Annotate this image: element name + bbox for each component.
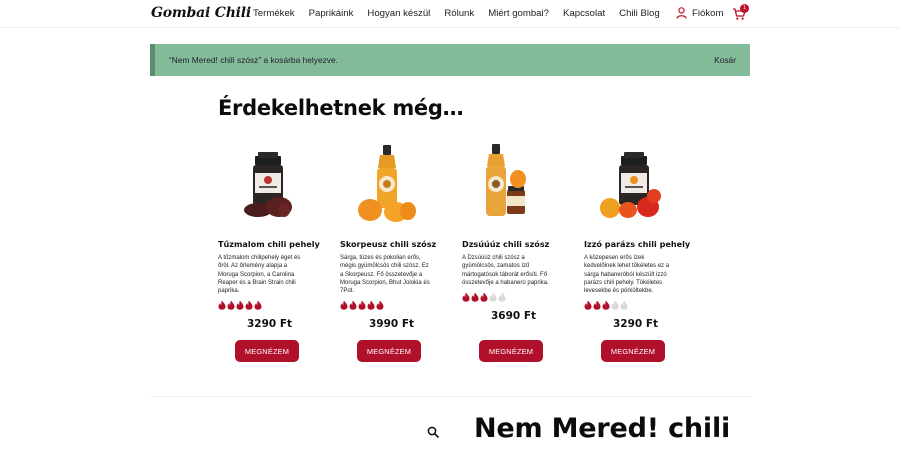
- view-product-button[interactable]: MEGNÉZEM: [479, 340, 543, 362]
- cart-link[interactable]: Kosár: [714, 55, 736, 65]
- flame-icon-filled: [584, 300, 592, 310]
- flame-icon-filled: [218, 300, 226, 310]
- flame-icon-empty: [611, 300, 619, 310]
- product-image[interactable]: [340, 140, 440, 228]
- account-link[interactable]: Fiókom: [676, 7, 723, 19]
- section-divider: [150, 396, 750, 397]
- product-price: 3290 Ft: [613, 318, 659, 330]
- flame-icon-filled: [593, 300, 601, 310]
- search-icon[interactable]: [427, 426, 439, 438]
- view-product-button[interactable]: MEGNÉZEM: [357, 340, 421, 362]
- product-description: Sárga, tüzes és pokolian erős, mégis gyü…: [340, 255, 430, 295]
- flame-icon-filled: [471, 292, 479, 302]
- flame-icon-filled: [254, 300, 262, 310]
- flame-icon-filled: [367, 300, 375, 310]
- site-header: Gombai Chili Termékek Paprikáink Hogyan …: [0, 0, 900, 28]
- cart-notice: “Nem Mered! chili szósz” a kosárba helye…: [150, 44, 750, 76]
- flame-icon-empty: [489, 292, 497, 302]
- flame-icon-filled: [358, 300, 366, 310]
- product-price: 3690 Ft: [491, 310, 537, 322]
- product-price: 3990 Ft: [369, 318, 415, 330]
- section-title: Érdekelhetnek még…: [218, 96, 464, 120]
- product-rating: [340, 300, 384, 310]
- site-logo[interactable]: Gombai Chili: [151, 5, 251, 21]
- product-title: Nem Mered! chili: [474, 413, 731, 444]
- product-description: A Dzsúúúz chili szósz a gyümölcsös, zama…: [462, 255, 549, 286]
- flame-icon-filled: [462, 292, 470, 302]
- product-image[interactable]: [584, 140, 684, 228]
- view-product-button[interactable]: MEGNÉZEM: [601, 340, 665, 362]
- product-rating: [584, 300, 628, 310]
- user-icon: [676, 7, 687, 19]
- product-price: 3290 Ft: [247, 318, 293, 330]
- main-nav: Termékek Paprikáink Hogyan készül Rólunk…: [253, 8, 674, 19]
- cart-notice-text: “Nem Mered! chili szósz” a kosárba helye…: [169, 55, 338, 65]
- flame-icon-filled: [602, 300, 610, 310]
- product-description: A tűzmalom chilipehely éget és őröl. Az …: [218, 255, 301, 295]
- cart-count-badge: 1: [740, 4, 749, 13]
- product-name[interactable]: Dzsúúúz chili szósz: [462, 239, 572, 249]
- nav-item-chili-blog[interactable]: Chili Blog: [619, 8, 660, 19]
- flame-icon-filled: [376, 300, 384, 310]
- product-name[interactable]: Skorpeusz chili szósz: [340, 239, 450, 249]
- nav-item-termekek[interactable]: Termékek: [253, 8, 295, 19]
- flame-icon-filled: [236, 300, 244, 310]
- product-description: A közepesen erős ízek kedvelőinek lehet …: [584, 255, 670, 295]
- product-name[interactable]: Izzó parázs chili pehely: [584, 239, 694, 249]
- view-product-button[interactable]: MEGNÉZEM: [235, 340, 299, 362]
- flame-icon-filled: [245, 300, 253, 310]
- nav-item-kapcsolat[interactable]: Kapcsolat: [563, 8, 605, 19]
- flame-icon-empty: [498, 292, 506, 302]
- flame-icon-filled: [340, 300, 348, 310]
- nav-item-hogyan-keszul[interactable]: Hogyan készül: [367, 8, 430, 19]
- product-image[interactable]: [462, 140, 562, 228]
- product-rating: [462, 292, 506, 302]
- product-rating: [218, 300, 262, 310]
- product-name[interactable]: Tűzmalom chili pehely: [218, 239, 328, 249]
- nav-item-paprikaink[interactable]: Paprikáink: [309, 8, 354, 19]
- product-image[interactable]: [218, 140, 318, 228]
- nav-item-miert-gombai[interactable]: Miért gombai?: [488, 8, 549, 19]
- flame-icon-filled: [349, 300, 357, 310]
- account-label: Fiókom: [692, 7, 724, 19]
- flame-icon-filled: [227, 300, 235, 310]
- flame-icon-empty: [620, 300, 628, 310]
- flame-icon-filled: [480, 292, 488, 302]
- nav-item-rolunk[interactable]: Rólunk: [444, 8, 474, 19]
